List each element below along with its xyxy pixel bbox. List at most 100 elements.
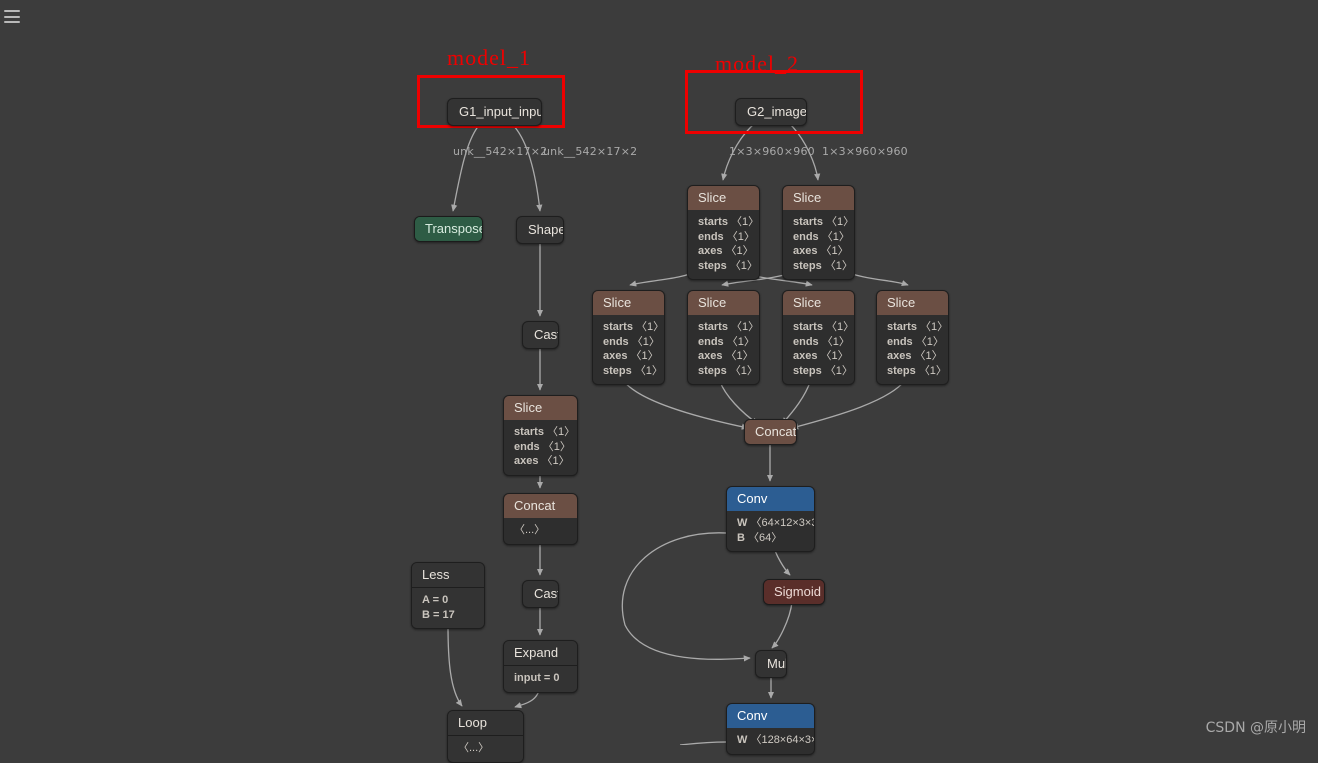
node-title: Concat: [745, 420, 796, 444]
graph-canvas[interactable]: model_1 model_2 G1_input_input G2_images Tr…: [0, 0, 1318, 763]
node-slice_left[interactable]: Slice starts 〈1〉 ends 〈1〉 axes 〈1〉: [503, 395, 578, 476]
attribute-key: B = 17: [422, 608, 455, 621]
node-attribute-row: W 〈64×12×3×3〉: [737, 516, 814, 531]
attribute-key: axes: [887, 350, 912, 362]
attribute-key: ends: [698, 335, 724, 348]
node-g1_input_input[interactable]: G1_input_input: [447, 98, 542, 126]
node-slice_top_1[interactable]: Slice starts 〈1〉 ends 〈1〉 axes 〈1〉 steps 〈1〉: [687, 185, 760, 280]
attribute-value: 〈1〉: [726, 230, 755, 243]
node-title: G1_input_input: [459, 104, 542, 119]
attribute-value: 〈128×64×3×3〉: [750, 734, 814, 746]
node-attribute-row: ends 〈1〉: [514, 440, 571, 455]
node-title: G2_images: [747, 104, 807, 119]
attribute-value: 〈1〉: [729, 364, 758, 377]
node-attribute-row: steps 〈1〉: [793, 364, 853, 379]
node-attributes: starts 〈1〉 ends 〈1〉 axes 〈1〉: [504, 420, 577, 475]
attribute-key: W: [737, 517, 748, 529]
node-concat_left[interactable]: Concat 〈...〉: [503, 493, 578, 545]
attribute-value: 〈1〉: [630, 350, 659, 362]
node-attribute-row: steps 〈1〉: [698, 364, 758, 379]
node-slice_row2_4[interactable]: Slice starts 〈1〉 ends 〈1〉 axes 〈1〉 steps 〈1〉: [876, 290, 949, 385]
node-attribute-row: starts 〈1〉: [793, 320, 854, 335]
attribute-key: steps: [603, 364, 632, 377]
hamburger-icon[interactable]: [4, 10, 20, 23]
node-title: Conv: [727, 487, 814, 511]
node-transpose[interactable]: Transpose: [414, 216, 483, 242]
node-sigmoid[interactable]: Sigmoid: [763, 579, 825, 605]
edge: [511, 123, 543, 212]
node-attribute-row: steps 〈1〉: [698, 259, 758, 274]
node-attribute-row: steps 〈1〉: [603, 364, 663, 379]
node-attribute-row: W 〈128×64×3×3〉: [737, 733, 814, 748]
attribute-key: axes: [698, 350, 723, 362]
node-conv_1[interactable]: ConvW 〈64×12×3×3〉B 〈64〉: [726, 486, 815, 552]
hamburger-bar: [4, 21, 20, 23]
attribute-key: steps: [698, 259, 727, 272]
node-title: Mul: [767, 656, 787, 671]
node-title: Transpose: [415, 217, 482, 241]
node-cast_2[interactable]: Cast: [522, 580, 559, 608]
node-attribute-row: axes 〈1〉: [603, 349, 659, 364]
node-attributes: W 〈128×64×3×3〉: [727, 728, 814, 754]
node-conv_2[interactable]: Conv W 〈128×64×3×3〉: [726, 703, 815, 755]
attribute-value: 〈1〉: [729, 259, 758, 272]
attribute-key: input = 0: [514, 672, 560, 684]
node-slice_row2_3[interactable]: Slice starts 〈1〉 ends 〈1〉 axes 〈1〉 steps 〈1〉: [782, 290, 855, 385]
node-title: Slice: [783, 186, 854, 210]
node-g2_images[interactable]: G2_images: [735, 98, 807, 126]
node-slice_top_2[interactable]: Slice starts 〈1〉 ends 〈1〉 axes 〈1〉 steps 〈1〉: [782, 185, 855, 280]
attribute-key: axes: [603, 350, 628, 362]
attribute-value: 〈1〉: [826, 321, 855, 333]
node-title: Slice: [504, 396, 577, 420]
node-attribute-row: starts 〈1〉: [603, 320, 664, 335]
node-title: Slice: [877, 291, 948, 315]
node-attribute-row: axes 〈1〉: [793, 244, 849, 259]
attribute-key: steps: [887, 364, 916, 377]
attribute-key: axes: [698, 245, 723, 257]
node-slice_row2_1[interactable]: Slice starts 〈1〉 ends 〈1〉 axes 〈1〉 steps 〈1〉: [592, 290, 665, 385]
node-shape[interactable]: Shape: [516, 216, 564, 244]
node-cast_1[interactable]: Cast: [522, 321, 559, 349]
node-title: Less: [412, 563, 484, 588]
attribute-key: starts: [887, 321, 917, 333]
node-mul[interactable]: Mul: [755, 650, 787, 678]
attribute-value: 〈1〉: [820, 350, 849, 362]
node-loop[interactable]: Loop 〈...〉: [447, 710, 524, 763]
attribute-value: 〈1〉: [821, 335, 850, 348]
node-concat_right[interactable]: Concat: [744, 419, 797, 445]
attribute-key: axes: [514, 455, 539, 467]
node-attributes: starts 〈1〉 ends 〈1〉 axes 〈1〉 steps 〈1〉: [688, 315, 759, 384]
node-attribute-row: axes 〈1〉: [698, 244, 754, 259]
node-attributes: input = 0: [504, 666, 577, 692]
node-attribute-row: axes 〈1〉: [793, 349, 849, 364]
attribute-value: 〈1〉: [821, 230, 850, 243]
edge-label: 1×3×960×960: [729, 145, 815, 158]
attribute-key: ends: [514, 440, 540, 453]
attribute-value: 〈...〉: [514, 524, 546, 536]
attribute-key: starts: [793, 216, 823, 228]
edge-label: 1×3×960×960: [822, 145, 908, 158]
node-title: Cast: [534, 327, 559, 342]
attribute-key: steps: [698, 364, 727, 377]
attribute-value: 〈1〉: [542, 440, 571, 453]
attribute-key: starts: [514, 426, 544, 438]
attribute-value: 〈1〉: [636, 321, 665, 333]
attribute-key: ends: [793, 335, 819, 348]
node-attributes: W 〈64×12×3×3〉B 〈64〉: [727, 511, 814, 551]
attribute-key: axes: [793, 350, 818, 362]
edge: [447, 624, 463, 707]
attribute-value: 〈1〉: [631, 335, 660, 348]
node-attribute-row: axes 〈1〉: [887, 349, 943, 364]
node-expand[interactable]: Expand input = 0: [503, 640, 578, 693]
node-attribute-row: ends 〈1〉: [887, 335, 944, 350]
attribute-key: B: [737, 531, 745, 544]
attribute-key: axes: [793, 245, 818, 257]
node-attributes: starts 〈1〉 ends 〈1〉 axes 〈1〉 steps 〈1〉: [783, 315, 854, 384]
attribute-key: ends: [698, 230, 724, 243]
node-slice_row2_2[interactable]: Slice starts 〈1〉 ends 〈1〉 axes 〈1〉 steps 〈1〉: [687, 290, 760, 385]
node-title: Conv: [727, 704, 814, 728]
node-less[interactable]: Less A = 0 B = 17: [411, 562, 485, 629]
attribute-key: ends: [887, 335, 913, 348]
node-attribute-row: axes 〈1〉: [698, 349, 754, 364]
node-attributes: starts 〈1〉 ends 〈1〉 axes 〈1〉 steps 〈1〉: [593, 315, 664, 384]
